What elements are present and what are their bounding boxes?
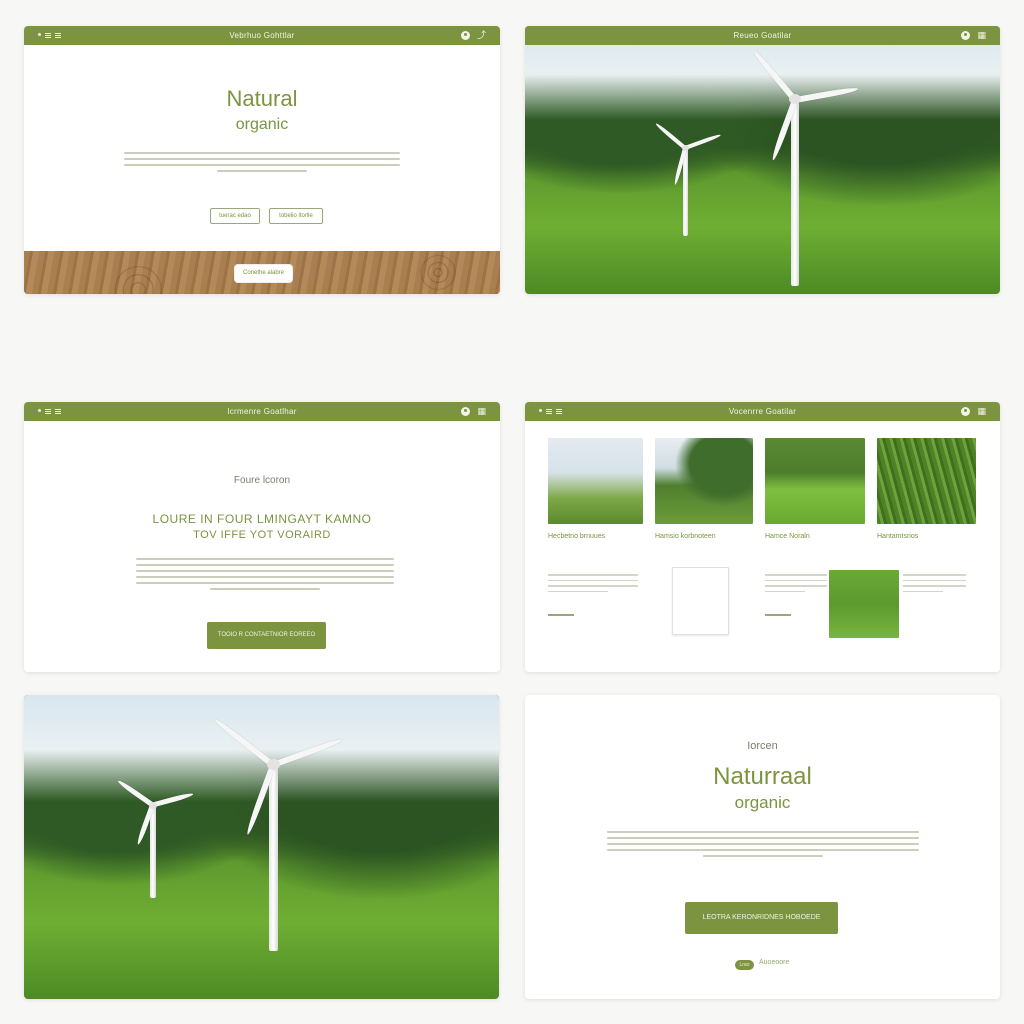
left-outline-button[interactable]: tuerac edao <box>210 208 260 224</box>
text-block-1 <box>548 574 638 596</box>
top-bar: Vocenrre Goatilar ▦ <box>525 402 1000 421</box>
top-bar: Vebrhuo Gohttlar ⤴ <box>24 26 500 45</box>
headline-line-2: TOV IFFE YOT VORAIRD <box>193 529 331 541</box>
top-bar: Reueo Goatilar ▦ <box>525 26 1000 45</box>
accent-line-3 <box>765 614 791 616</box>
caption-1: Hecbetno brnuues <box>548 533 606 540</box>
panel-gallery: Vocenrre Goatilar ▦ Hecbetno brnuues Ham… <box>525 402 1000 672</box>
panel-turbine-photo: Reueo Goatilar ▦ <box>525 26 1000 294</box>
field-photo <box>24 695 499 999</box>
text-block-3 <box>765 574 827 596</box>
mini-document-card[interactable] <box>672 567 729 635</box>
thumb-grass[interactable] <box>877 438 976 524</box>
contact-cta-button[interactable]: TOOIO R CONTAETNIOR EOREEO <box>207 622 326 649</box>
app-title: Vocenrre Goatilar <box>728 407 797 416</box>
top-bar: Icrmenre Goatlhar ▦ <box>24 402 500 421</box>
app-title: Vebrhuo Gohttlar <box>229 31 295 40</box>
primary-cta-button[interactable]: LEOTRA KERONRIDNES HOBOEDE <box>685 902 838 934</box>
page-subtitle: organic <box>734 793 791 812</box>
thumb-forest[interactable] <box>655 438 753 524</box>
panel-natural-landing: Vebrhuo Gohttlar ⤴ Natural organic tuera… <box>24 26 500 294</box>
tag-pill[interactable]: Lrao <box>735 960 754 970</box>
accent-line-1 <box>548 614 574 616</box>
user-icon[interactable] <box>961 407 970 416</box>
panel-natural-cta: Iorcen Naturraal organic LEOTRA KERONRID… <box>525 695 1000 999</box>
wood-cta-button[interactable]: Conethe alabre <box>234 264 293 283</box>
caption-2: Hamsio korbnoteen <box>655 533 716 540</box>
grid-icon[interactable]: ▦ <box>477 405 486 417</box>
right-outline-button[interactable]: tobelio ltorlle <box>269 208 323 224</box>
user-icon[interactable] <box>961 31 970 40</box>
body-paragraph <box>136 558 394 594</box>
caption-3: Hamce Noraln <box>765 533 810 540</box>
page-subtitle: organic <box>235 116 289 133</box>
user-icon[interactable] <box>461 31 470 40</box>
section-kicker: Iorcen <box>747 740 778 752</box>
user-icon[interactable] <box>461 407 470 416</box>
page-title: Natural <box>226 86 298 111</box>
grid-icon[interactable]: ▦ <box>977 29 986 41</box>
section-kicker: Foure lcoron <box>233 475 291 486</box>
body-paragraph <box>607 831 919 861</box>
panel-turbine-hero <box>24 695 499 999</box>
tag-text: Auoeoore <box>759 959 790 966</box>
page-title: Naturraal <box>713 763 812 790</box>
app-title: Icrmenre Goatlhar <box>227 407 297 416</box>
panel-headline: Icrmenre Goatlhar ▦ Foure lcoron LOURE I… <box>24 402 500 672</box>
app-title: Reueo Goatilar <box>733 31 792 40</box>
text-block-4 <box>903 574 966 596</box>
thumb-tree-sapling[interactable] <box>548 438 643 524</box>
grid-icon[interactable]: ▦ <box>977 405 986 417</box>
caption-4: Hantamtsrios <box>877 533 919 540</box>
intro-paragraph <box>124 152 400 176</box>
thumb-turbine-field[interactable] <box>765 438 865 524</box>
headline-line-1: LOURE IN FOUR LMINGAYT KAMNO <box>152 512 372 526</box>
featured-turbine-image[interactable] <box>829 570 899 638</box>
share-icon[interactable]: ⤴ <box>477 29 486 41</box>
